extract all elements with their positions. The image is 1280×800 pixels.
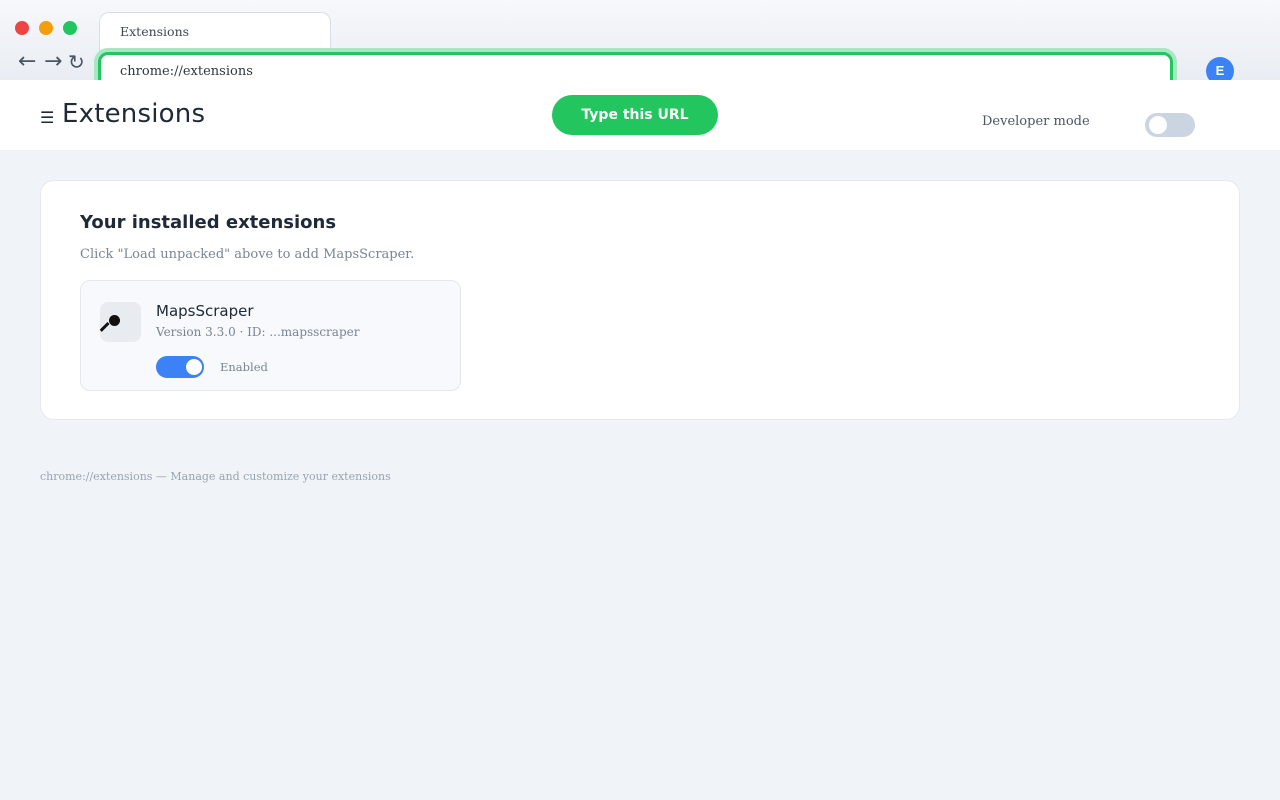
maximize-window-button[interactable]: [63, 21, 77, 35]
map-pin-icon: [99, 302, 141, 342]
toggle-knob: [1149, 116, 1167, 134]
page-title: Extensions: [62, 99, 206, 129]
toggle-knob: [186, 359, 202, 375]
address-bar-text: chrome://extensions: [120, 64, 253, 79]
forward-arrow-icon[interactable]: →: [44, 49, 62, 75]
tab-extensions[interactable]: Extensions: [99, 12, 331, 52]
browser-toolbar: Extensions ← → ↻ chrome://extensions E: [0, 0, 1280, 93]
installed-extensions-card: Your installed extensions Click "Load un…: [40, 180, 1240, 420]
footer-note: chrome://extensions — Manage and customi…: [40, 470, 391, 483]
extension-version: Version 3.3.0 · ID: ...mapsscraper: [156, 325, 360, 339]
developer-mode-toggle[interactable]: [1145, 113, 1195, 137]
section-title: Your installed extensions: [80, 212, 337, 233]
extension-enable-toggle[interactable]: [156, 356, 204, 378]
extension-status: Enabled: [220, 360, 268, 374]
hamburger-menu-icon[interactable]: ☰: [40, 108, 54, 127]
close-window-button[interactable]: [15, 21, 29, 35]
back-arrow-icon[interactable]: ←: [18, 49, 36, 75]
extension-name: MapsScraper: [156, 302, 254, 320]
reload-icon[interactable]: ↻: [68, 49, 85, 75]
extension-item-mapsscraper: MapsScraper Version 3.3.0 · ID: ...mapss…: [80, 280, 461, 391]
type-url-hint-badge: Type this URL: [552, 95, 718, 135]
developer-mode-label: Developer mode: [982, 114, 1090, 129]
tab-title: Extensions: [120, 24, 190, 39]
section-subtitle: Click "Load unpacked" above to add MapsS…: [80, 247, 415, 262]
minimize-window-button[interactable]: [39, 21, 53, 35]
